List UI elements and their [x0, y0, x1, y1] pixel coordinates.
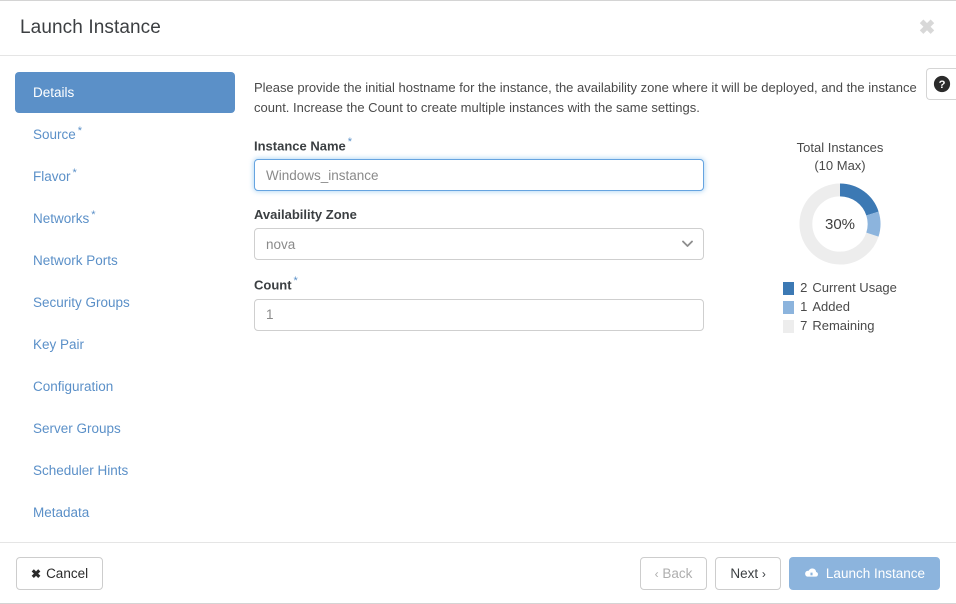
legend-label: Current Usage — [812, 279, 897, 297]
availability-zone-label: Availability Zone — [254, 207, 724, 222]
label-text: Instance Name — [254, 138, 346, 153]
cancel-button[interactable]: ✖ Cancel — [16, 557, 103, 590]
availability-zone-select[interactable]: nova — [254, 228, 704, 260]
close-icon[interactable]: ✖ — [914, 15, 940, 41]
chevron-left-icon: ‹ — [655, 567, 659, 581]
instance-name-group: Instance Name* — [254, 137, 724, 191]
sidebar-item-scheduler-hints[interactable]: Scheduler Hints — [15, 450, 235, 491]
dialog-body: Details Source* Flavor* Networks* Networ… — [0, 56, 956, 542]
sidebar-item-metadata[interactable]: Metadata — [15, 492, 235, 533]
sidebar-item-network-ports[interactable]: Network Ports — [15, 240, 235, 281]
dialog-header: Launch Instance ✖ — [0, 1, 956, 56]
instance-name-input[interactable] — [254, 159, 704, 191]
launch-label: Launch Instance — [826, 558, 925, 589]
donut-center-label: 30% — [795, 179, 885, 269]
sidebar-item-key-pair[interactable]: Key Pair — [15, 324, 235, 365]
sidebar-item-flavor[interactable]: Flavor* — [15, 156, 235, 197]
nav-label: Server Groups — [33, 421, 121, 436]
legend-swatch — [783, 301, 794, 314]
help-button[interactable]: ? — [926, 68, 956, 100]
cancel-label: Cancel — [46, 566, 88, 581]
nav-label: Configuration — [33, 379, 113, 394]
wizard: Details Source* Flavor* Networks* Networ… — [0, 56, 956, 542]
required-marker: * — [73, 167, 77, 179]
legend-swatch — [783, 282, 794, 295]
quota-legend: 2 Current Usage 1 Added 7 — [783, 279, 897, 336]
legend-item-remaining: 7 Remaining — [783, 317, 897, 335]
back-button[interactable]: ‹ Back — [640, 557, 708, 590]
sidebar-item-details[interactable]: Details — [15, 72, 235, 113]
nav-label: Details — [33, 85, 74, 100]
svg-text:?: ? — [938, 79, 945, 91]
legend-value: 7 — [800, 317, 807, 335]
legend-swatch — [783, 320, 794, 333]
label-text: Availability Zone — [254, 207, 357, 222]
sidebar-item-server-groups[interactable]: Server Groups — [15, 408, 235, 449]
footer-actions: ‹ Back Next › Launch Instance — [640, 557, 940, 590]
wizard-nav: Details Source* Flavor* Networks* Networ… — [0, 56, 250, 542]
details-description: Please provide the initial hostname for … — [254, 78, 919, 117]
next-label: Next — [730, 566, 758, 581]
quota-panel: Total Instances (10 Max) 30% — [724, 137, 956, 347]
next-button[interactable]: Next › — [715, 557, 781, 590]
availability-zone-group: Availability Zone nova — [254, 207, 724, 260]
total-instances-donut-chart: 30% — [795, 179, 885, 269]
legend-value: 2 — [800, 279, 807, 297]
legend-item-current-usage: 2 Current Usage — [783, 279, 897, 297]
legend-label: Added — [812, 298, 850, 316]
instance-name-label: Instance Name* — [254, 137, 724, 153]
quota-subtitle: (10 Max) — [724, 157, 956, 175]
count-label: Count* — [254, 276, 724, 292]
x-icon: ✖ — [31, 567, 41, 581]
count-group: Count* — [254, 276, 724, 330]
availability-zone-wrap: nova — [254, 228, 704, 260]
page-title: Launch Instance — [20, 17, 161, 39]
required-marker: * — [91, 209, 95, 221]
question-circle-icon: ? — [933, 75, 951, 93]
launch-instance-button[interactable]: Launch Instance — [789, 557, 940, 590]
dialog-footer: ✖ Cancel ‹ Back Next › Launch Instance — [0, 542, 956, 603]
launch-instance-dialog: Launch Instance ✖ ? Details Source* Flav… — [0, 0, 956, 604]
required-marker: * — [348, 136, 352, 148]
legend-label: Remaining — [812, 317, 874, 335]
details-form: Instance Name* Availability Zone nova — [254, 137, 724, 347]
sidebar-item-networks[interactable]: Networks* — [15, 198, 235, 239]
nav-label: Metadata — [33, 505, 89, 520]
nav-label: Networks — [33, 211, 89, 226]
nav-label: Security Groups — [33, 295, 130, 310]
required-marker: * — [78, 125, 82, 137]
label-text: Count — [254, 278, 292, 293]
nav-label: Key Pair — [33, 337, 84, 352]
required-marker: * — [294, 275, 298, 287]
legend-item-added: 1 Added — [783, 298, 897, 316]
legend-value: 1 — [800, 298, 807, 316]
nav-label: Flavor — [33, 169, 71, 184]
nav-label: Network Ports — [33, 253, 118, 268]
count-input[interactable] — [254, 299, 704, 331]
details-panel: Please provide the initial hostname for … — [250, 56, 956, 542]
chevron-right-icon: › — [762, 567, 766, 581]
details-columns: Instance Name* Availability Zone nova — [254, 137, 956, 347]
quota-title: Total Instances — [724, 139, 956, 157]
sidebar-item-configuration[interactable]: Configuration — [15, 366, 235, 407]
nav-label: Scheduler Hints — [33, 463, 128, 478]
back-label: Back — [662, 566, 692, 581]
cloud-upload-icon — [804, 567, 819, 579]
sidebar-item-source[interactable]: Source* — [15, 114, 235, 155]
nav-label: Source — [33, 127, 76, 142]
sidebar-item-security-groups[interactable]: Security Groups — [15, 282, 235, 323]
